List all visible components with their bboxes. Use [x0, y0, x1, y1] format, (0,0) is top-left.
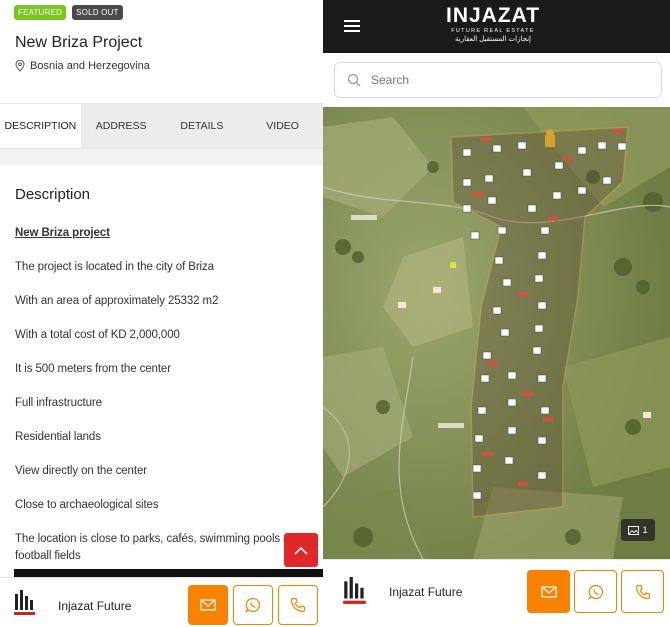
- brand-name: INJAZAT: [446, 4, 541, 27]
- description-heading: Description: [15, 186, 91, 203]
- tab-description[interactable]: DESCRIPTION: [0, 104, 81, 148]
- description-line: It is 500 meters from the center: [15, 363, 171, 375]
- agent-logo: [343, 577, 366, 604]
- location-text: Bosnia and Herzegovina: [30, 60, 150, 72]
- gallery-count-badge[interactable]: 1: [621, 519, 655, 541]
- image-icon: [628, 525, 640, 535]
- brand-logo[interactable]: INJAZAT FUTURE REAL ESTATE إنجازات المست…: [446, 5, 540, 45]
- listing-view-panel: INJAZAT FUTURE REAL ESTATE إنجازات المست…: [323, 0, 670, 627]
- media-preview-strip: [14, 569, 323, 577]
- description-line: Full infrastructure: [15, 397, 102, 409]
- agent-contact-bar: Injazat Future: [323, 559, 670, 627]
- property-title: New Briza Project: [15, 34, 143, 51]
- description-line: Residential lands: [15, 431, 101, 443]
- description-line: With a total cost of KD 2,000,000: [15, 329, 180, 341]
- description-line: The project is located in the city of Br…: [15, 261, 214, 273]
- agent-name[interactable]: Injazat Future: [389, 585, 462, 599]
- description-line: New Briza project: [15, 227, 110, 239]
- description-line: Close to archaeological sites: [15, 499, 159, 511]
- tab-address[interactable]: ADDRESS: [80, 104, 162, 148]
- tab-details[interactable]: DETAILS: [161, 104, 243, 148]
- project-site-map[interactable]: [323, 107, 670, 559]
- brand-tagline: FUTURE REAL ESTATE: [451, 28, 535, 34]
- email-button[interactable]: [188, 585, 228, 625]
- phone-button[interactable]: [278, 585, 318, 625]
- map-pin-icon: [15, 60, 25, 72]
- agent-contact-bar: Injazat Future: [0, 577, 323, 627]
- sold-out-badge: SOLD OUT: [72, 5, 123, 20]
- site-header: INJAZAT FUTURE REAL ESTATE إنجازات المست…: [323, 0, 670, 53]
- hamburger-icon[interactable]: [344, 20, 360, 32]
- envelope-icon: [540, 585, 557, 598]
- chevron-up-icon: [294, 546, 308, 555]
- phone-button[interactable]: [621, 570, 664, 613]
- featured-badge: FEATURED: [14, 5, 67, 20]
- search-icon: [347, 73, 361, 87]
- phone-icon: [290, 597, 306, 613]
- property-tabs: DESCRIPTION ADDRESS DETAILS VIDEO: [0, 103, 323, 149]
- description-line: With an area of approximately 25332 m2: [15, 295, 219, 307]
- whatsapp-icon: [587, 584, 603, 600]
- gallery-count: 1: [642, 525, 648, 535]
- phone-icon: [635, 584, 650, 599]
- tab-video[interactable]: VIDEO: [242, 104, 323, 148]
- property-detail-panel: FEATURED SOLD OUT New Briza Project Bosn…: [0, 0, 323, 627]
- description-line: View directly on the center: [15, 465, 147, 477]
- whatsapp-icon: [245, 597, 261, 613]
- email-button[interactable]: [527, 570, 570, 613]
- brand-arabic: إنجازات المستقبل العقارية: [455, 36, 531, 43]
- scroll-to-top-button[interactable]: [284, 533, 318, 567]
- agent-logo: [14, 590, 35, 615]
- search-input[interactable]: [371, 73, 631, 87]
- property-location: Bosnia and Herzegovina: [15, 60, 150, 72]
- search-bar[interactable]: [334, 62, 662, 98]
- envelope-icon: [200, 599, 216, 611]
- agent-name[interactable]: Injazat Future: [58, 599, 131, 613]
- status-badges: FEATURED SOLD OUT: [14, 5, 123, 20]
- description-line: The location is close to parks, cafés, s…: [15, 533, 303, 562]
- whatsapp-button[interactable]: [233, 585, 273, 625]
- section-divider: [0, 149, 323, 165]
- description-body: New Briza project The project is located…: [15, 225, 315, 565]
- whatsapp-button[interactable]: [574, 570, 617, 613]
